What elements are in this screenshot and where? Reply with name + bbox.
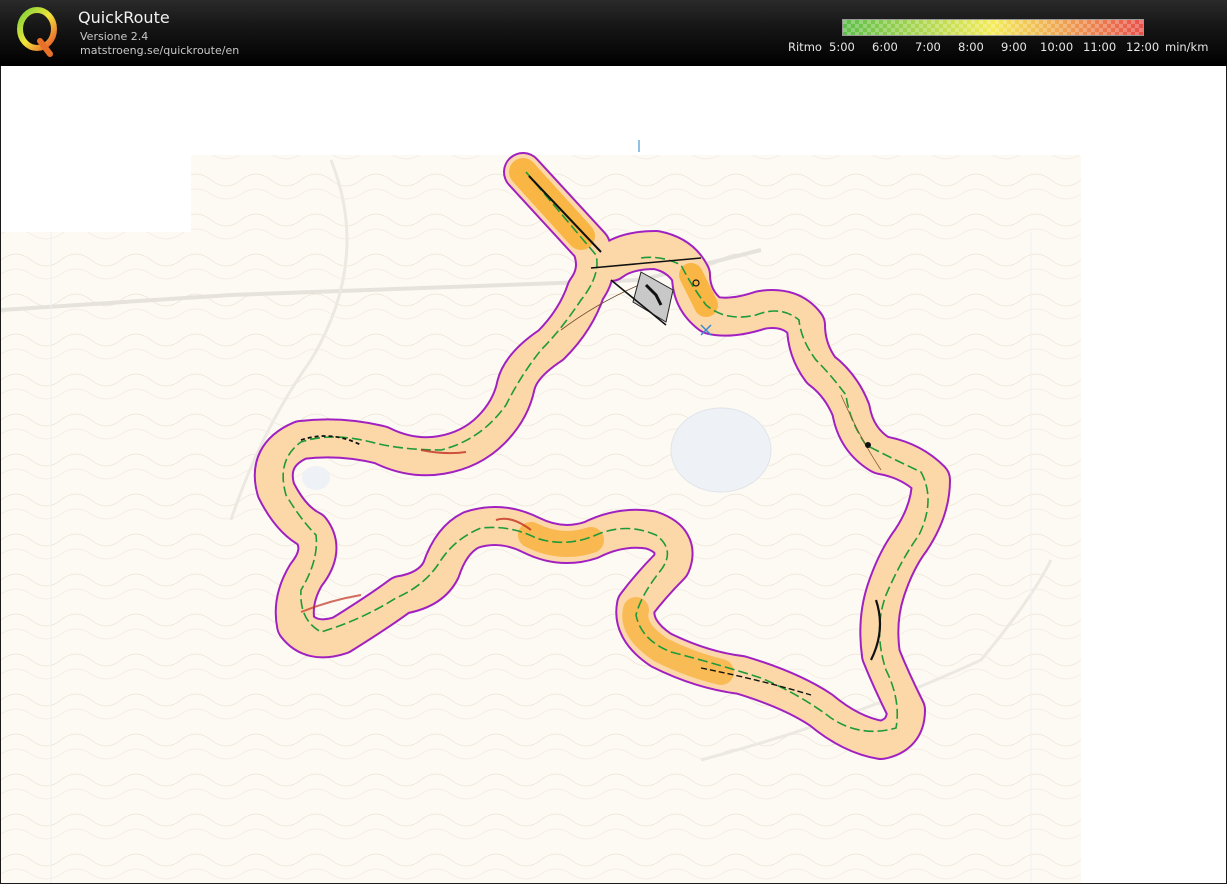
pace-tick: 9:00 — [1001, 40, 1027, 54]
pace-tick: 8:00 — [958, 40, 984, 54]
pace-legend-color-bar — [842, 19, 1144, 36]
app-url[interactable]: matstroeng.se/quickroute/en — [80, 44, 239, 57]
pond — [302, 466, 330, 490]
contour-lines — [191, 155, 1081, 232]
pace-tick: 6:00 — [872, 40, 898, 54]
pace-tick: 7:00 — [915, 40, 941, 54]
lake — [670, 407, 772, 493]
orienteering-map[interactable] — [1, 66, 1226, 883]
pace-tick: 5:00 — [829, 40, 855, 54]
map-view[interactable] — [0, 66, 1227, 884]
pace-tick: 12:00 — [1126, 40, 1160, 54]
pace-legend-label: Ritmo — [788, 40, 822, 54]
app-header: QuickRoute Versione 2.4 matstroeng.se/qu… — [0, 0, 1227, 66]
pace-tick: 11:00 — [1083, 40, 1117, 54]
pace-tick: 10:00 — [1040, 40, 1074, 54]
pace-legend-unit: min/km — [1165, 40, 1209, 54]
boulder — [865, 442, 871, 448]
app-title: QuickRoute — [78, 8, 170, 27]
app-version: Versione 2.4 — [80, 30, 149, 43]
quickroute-logo-icon — [17, 7, 57, 57]
